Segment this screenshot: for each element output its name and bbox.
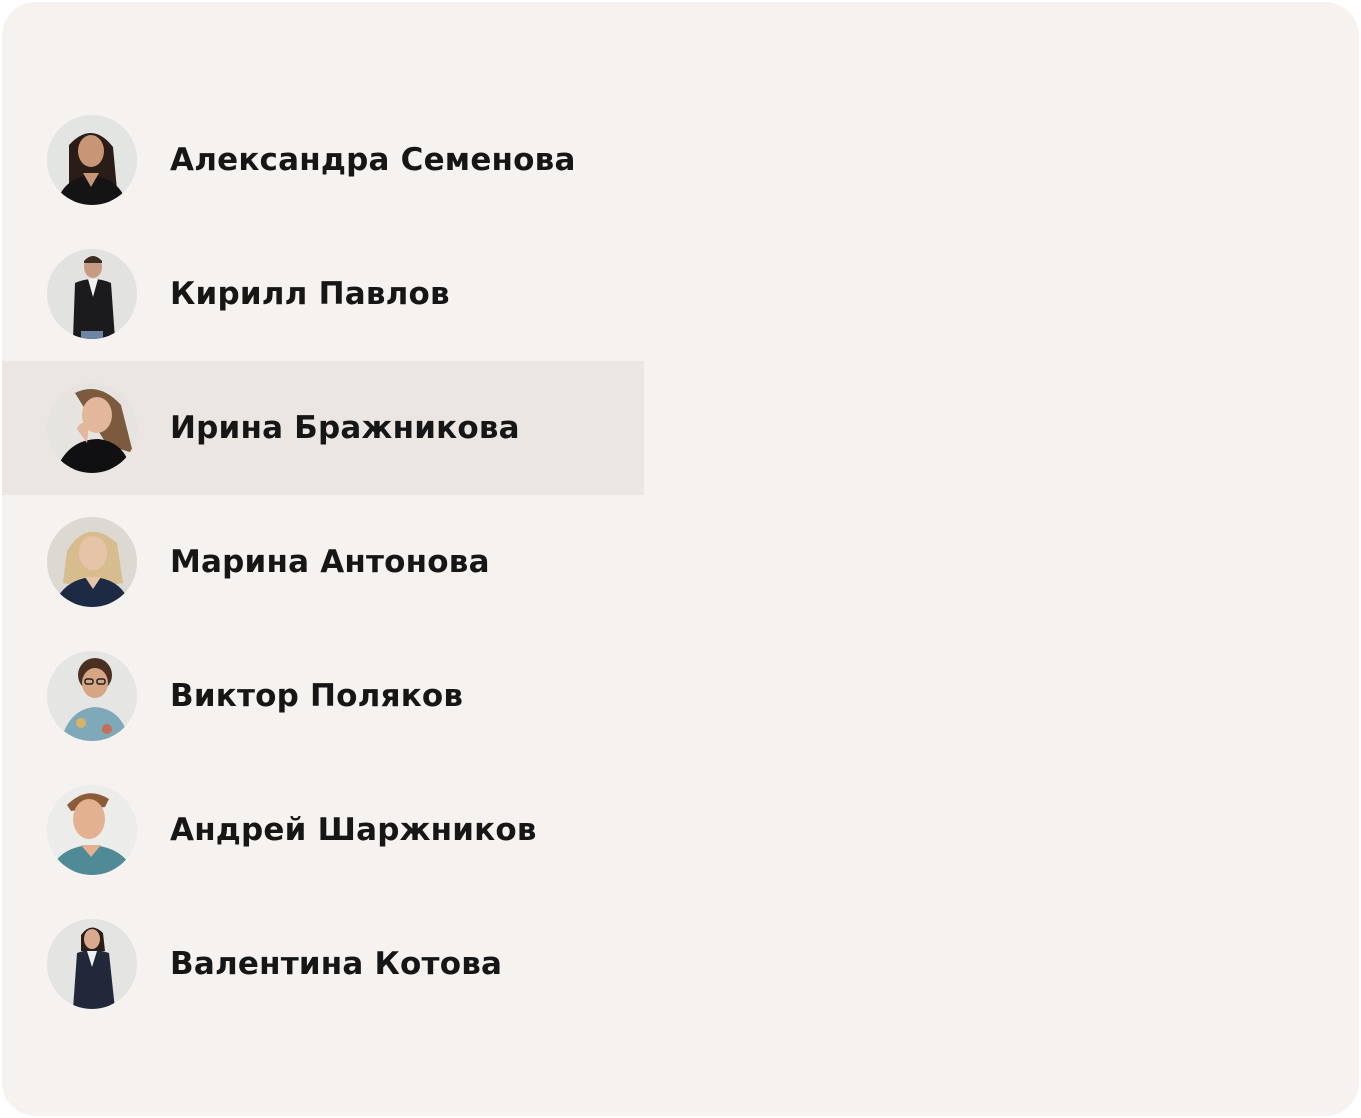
woman-long-hair-avatar-icon <box>47 383 137 473</box>
person-name: Ирина Бражникова <box>170 410 520 446</box>
person-name: Валентина Котова <box>170 946 503 982</box>
man-curly-hair-avatar-icon <box>47 651 137 741</box>
woman-suit-avatar-icon <box>47 919 137 1009</box>
woman-dark-hair-avatar-icon <box>47 115 137 205</box>
list-item-person-6[interactable]: Андрей Шаржников <box>2 763 644 897</box>
list-item-person-1[interactable]: Александра Семенова <box>2 93 644 227</box>
woman-blonde-avatar-icon <box>47 517 137 607</box>
list-item-person-2[interactable]: Кирилл Павлов <box>2 227 644 361</box>
person-name: Виктор Поляков <box>170 678 464 714</box>
people-list: Александра Семенова Кирилл Павлов Ирина … <box>2 93 644 1031</box>
list-item-person-5[interactable]: Виктор Поляков <box>2 629 644 763</box>
list-item-person-3[interactable]: Ирина Бражникова <box>2 361 644 495</box>
person-name: Андрей Шаржников <box>170 812 537 848</box>
person-name: Александра Семенова <box>170 142 576 178</box>
list-item-person-4[interactable]: Марина Антонова <box>2 495 644 629</box>
people-list-panel: Александра Семенова Кирилл Павлов Ирина … <box>2 2 1359 1116</box>
man-teal-shirt-avatar-icon <box>47 785 137 875</box>
person-name: Кирилл Павлов <box>170 276 450 312</box>
list-item-person-7[interactable]: Валентина Котова <box>2 897 644 1031</box>
person-name: Марина Антонова <box>170 544 490 580</box>
man-dark-jacket-avatar-icon <box>47 249 137 339</box>
